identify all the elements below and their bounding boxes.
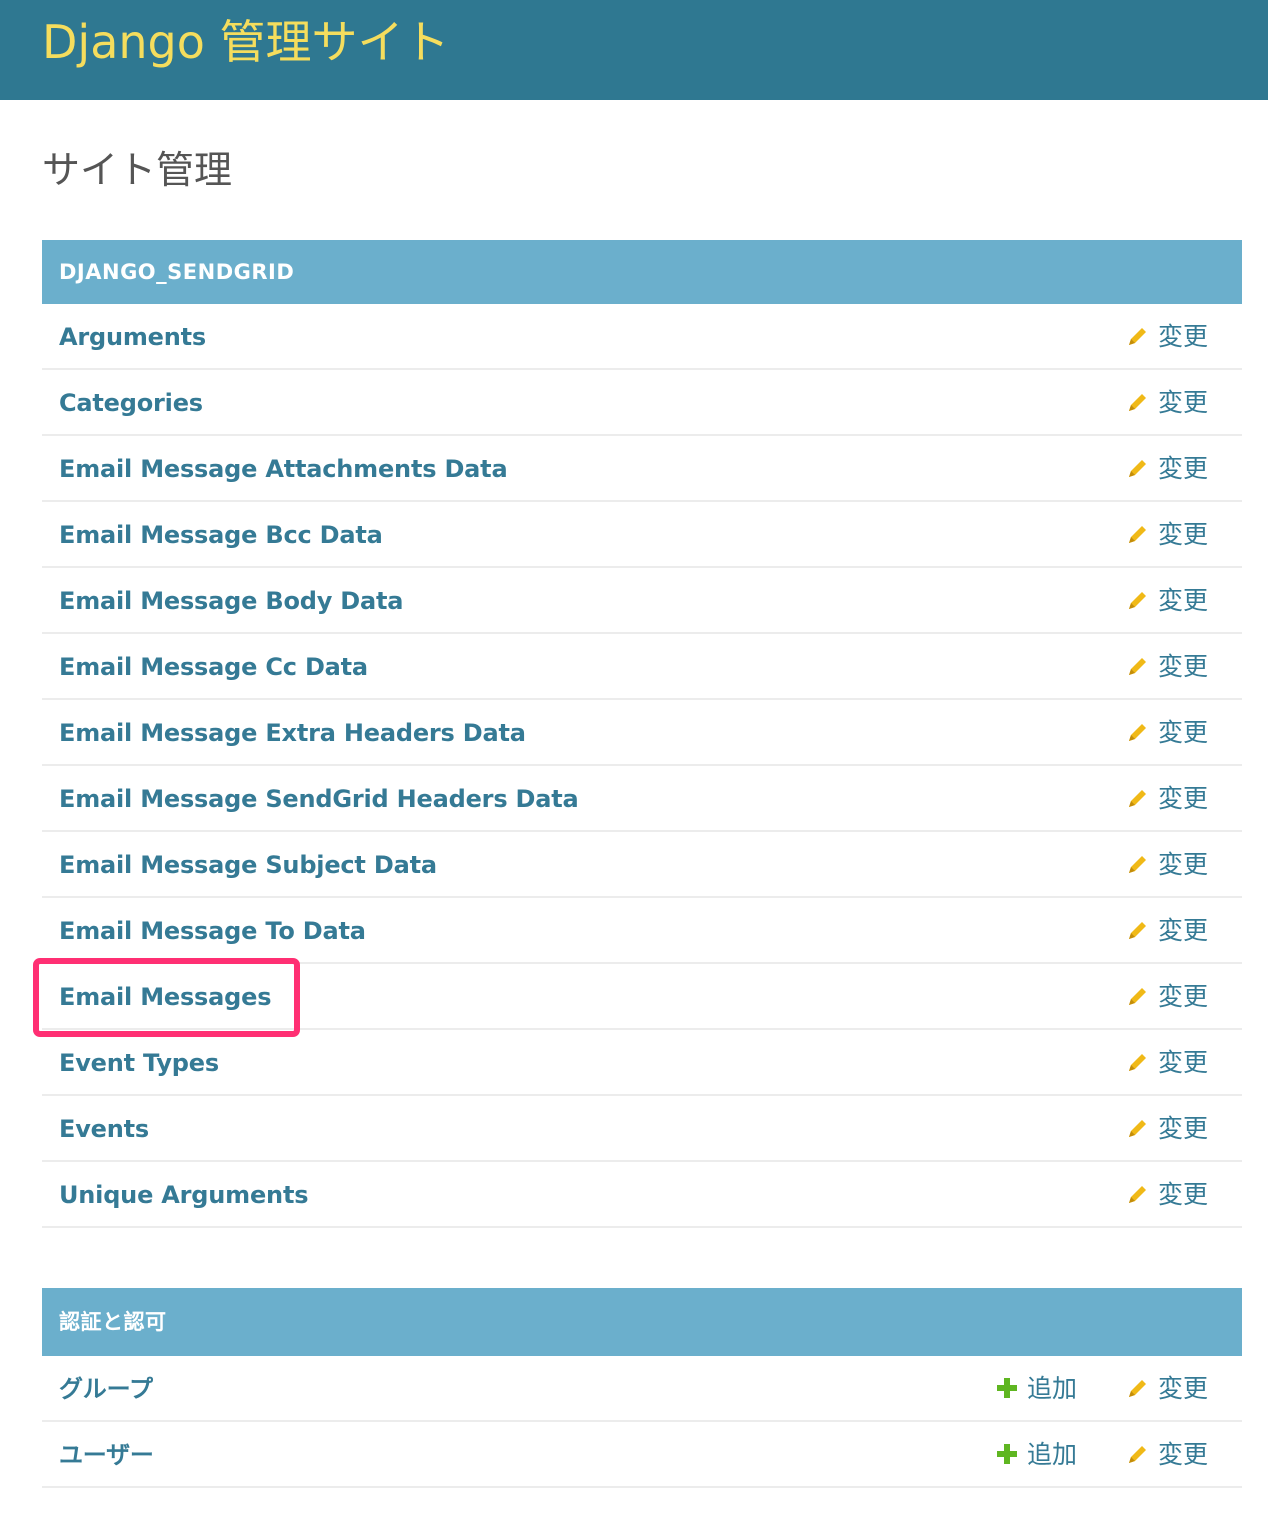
change-label: 変更 [1158,982,1209,1011]
model-row-events: Events 変更 [42,1096,1242,1162]
change-link[interactable]: 変更 [1126,832,1208,898]
change-label: 変更 [1158,454,1209,483]
pencil-icon [1129,790,1146,807]
module-django-sendgrid: DJANGO_SENDGRID Arguments 変更 Categories … [42,240,1242,1228]
page-title: サイト管理 [42,148,233,192]
add-label: 追加 [1027,1374,1078,1403]
change-link[interactable]: 変更 [1126,1422,1208,1488]
model-link-attachments-data[interactable]: Email Message Attachments Data [59,436,508,502]
change-label: 変更 [1158,784,1209,813]
model-row-categories: Categories 変更 [42,370,1242,436]
model-link-categories[interactable]: Categories [59,370,203,436]
model-link-cc-data[interactable]: Email Message Cc Data [59,634,368,700]
model-row-subject-data: Email Message Subject Data 変更 [42,832,1242,898]
change-link[interactable]: 変更 [1126,502,1208,568]
change-link[interactable]: 変更 [1126,700,1208,766]
pencil-icon [1129,1380,1146,1397]
change-label: 変更 [1158,388,1209,417]
model-link-subject-data[interactable]: Email Message Subject Data [59,832,437,898]
module-caption[interactable]: DJANGO_SENDGRID [42,240,1242,304]
change-label: 変更 [1158,586,1209,615]
model-row-sendgrid-headers-data: Email Message SendGrid Headers Data 変更 [42,766,1242,832]
change-link[interactable]: 変更 [1126,1356,1208,1422]
pencil-icon [1129,724,1146,741]
model-row-bcc-data: Email Message Bcc Data 変更 [42,502,1242,568]
change-label: 変更 [1158,1180,1209,1209]
change-label: 変更 [1158,916,1209,945]
change-label: 変更 [1158,1114,1209,1143]
change-link[interactable]: 変更 [1126,766,1208,832]
highlight-box [33,958,300,1037]
change-label: 変更 [1158,1048,1209,1077]
model-row-extra-headers-data: Email Message Extra Headers Data 変更 [42,700,1242,766]
change-label: 変更 [1158,718,1209,747]
pencil-icon [1129,592,1146,609]
change-label: 変更 [1158,322,1209,351]
model-link-arguments[interactable]: Arguments [59,304,206,370]
add-label: 追加 [1027,1440,1078,1469]
model-link-groups[interactable]: グループ [59,1356,153,1422]
model-link-unique-arguments[interactable]: Unique Arguments [59,1162,309,1228]
pencil-icon [1129,460,1146,477]
change-label: 変更 [1158,850,1209,879]
model-link-events[interactable]: Events [59,1096,149,1162]
site-name[interactable]: Django 管理サイト [42,12,450,72]
change-link[interactable]: 変更 [1126,370,1208,436]
pencil-icon [1129,1186,1146,1203]
pencil-icon [1129,922,1146,939]
model-row-to-data: Email Message To Data 変更 [42,898,1242,964]
add-link[interactable]: 追加 [995,1356,1077,1422]
change-link[interactable]: 変更 [1126,1030,1208,1096]
module-auth: 認証と認可 グループ 追加 変更 ユーザー 追加 変更 [42,1288,1242,1488]
model-row-unique-arguments: Unique Arguments 変更 [42,1162,1242,1228]
pencil-icon [1129,988,1146,1005]
change-link[interactable]: 変更 [1126,1096,1208,1162]
model-row-body-data: Email Message Body Data 変更 [42,568,1242,634]
model-link-to-data[interactable]: Email Message To Data [59,898,366,964]
pencil-icon [1129,394,1146,411]
change-label: 変更 [1158,652,1209,681]
model-link-users[interactable]: ユーザー [59,1422,154,1488]
pencil-icon [1129,1054,1146,1071]
model-link-bcc-data[interactable]: Email Message Bcc Data [59,502,383,568]
plus-icon [997,1378,1017,1398]
model-row-attachments-data: Email Message Attachments Data 変更 [42,436,1242,502]
change-label: 変更 [1158,1374,1209,1403]
change-link[interactable]: 変更 [1126,436,1208,502]
change-link[interactable]: 変更 [1126,898,1208,964]
add-link[interactable]: 追加 [995,1422,1077,1488]
model-link-body-data[interactable]: Email Message Body Data [59,568,403,634]
model-row-event-types: Event Types 変更 [42,1030,1242,1096]
change-link[interactable]: 変更 [1126,1162,1208,1228]
change-label: 変更 [1158,520,1209,549]
change-link[interactable]: 変更 [1126,964,1208,1030]
change-link[interactable]: 変更 [1126,304,1208,370]
model-row-cc-data: Email Message Cc Data 変更 [42,634,1242,700]
module-caption[interactable]: 認証と認可 [42,1288,1242,1356]
model-row-users: ユーザー 追加 変更 [42,1422,1242,1488]
pencil-icon [1129,1446,1146,1463]
model-link-sendgrid-headers-data[interactable]: Email Message SendGrid Headers Data [59,766,579,832]
header: Django 管理サイト [0,0,1268,100]
change-link[interactable]: 変更 [1126,634,1208,700]
pencil-icon [1129,856,1146,873]
pencil-icon [1129,1120,1146,1137]
model-row-groups: グループ 追加 変更 [42,1356,1242,1422]
pencil-icon [1129,526,1146,543]
plus-icon [997,1444,1017,1464]
pencil-icon [1129,658,1146,675]
model-row-arguments: Arguments 変更 [42,304,1242,370]
model-link-event-types[interactable]: Event Types [59,1030,219,1096]
model-link-extra-headers-data[interactable]: Email Message Extra Headers Data [59,700,526,766]
pencil-icon [1129,328,1146,345]
change-link[interactable]: 変更 [1126,568,1208,634]
change-label: 変更 [1158,1440,1209,1469]
